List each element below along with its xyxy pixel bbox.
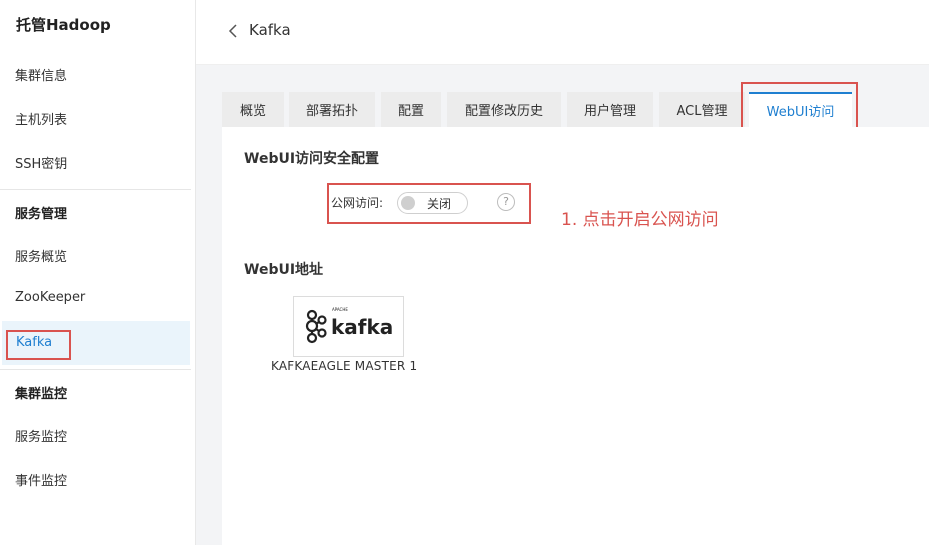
- kafka-logo-apache: APACHE: [332, 307, 348, 312]
- sidebar-item-service-monitor[interactable]: 服务监控: [15, 426, 67, 445]
- sidebar-item-event-monitor[interactable]: 事件监控: [15, 470, 67, 489]
- kafka-logo-text: kafka: [331, 315, 393, 339]
- sidebar-group-services: 服务管理: [15, 207, 68, 222]
- kafka-logo-icon: APACHE kafka: [305, 307, 393, 344]
- tab-topology[interactable]: 部署拓扑: [289, 92, 375, 127]
- highlight-box-kafka: [6, 330, 71, 360]
- sidebar-item-host-list[interactable]: 主机列表: [15, 109, 67, 128]
- tab-config[interactable]: 配置: [381, 92, 441, 127]
- page-header: Kafka: [196, 0, 929, 65]
- highlight-box-public-access: [327, 183, 531, 224]
- sidebar-item-ssh-keys[interactable]: SSH密钥: [15, 153, 67, 172]
- sidebar-item-service-overview[interactable]: 服务概览: [15, 246, 67, 265]
- tab-acl-management[interactable]: ACL管理: [659, 92, 745, 127]
- kafka-card-caption[interactable]: KAFKAEAGLE MASTER 1: [271, 359, 417, 373]
- sidebar-item-cluster-info[interactable]: 集群信息: [15, 65, 67, 84]
- sidebar: 托管Hadoop 集群信息 主机列表 SSH密钥 服务管理 服务概览 ZooKe…: [0, 0, 196, 545]
- sidebar-divider: [0, 189, 191, 190]
- annotation-step-1: 1. 点击开启公网访问: [561, 210, 719, 230]
- tab-config-history[interactable]: 配置修改历史: [447, 92, 561, 127]
- kafka-webui-card[interactable]: APACHE kafka: [293, 296, 404, 357]
- app-title: 托管Hadoop: [16, 16, 111, 34]
- sidebar-group-monitor: 集群监控: [15, 387, 68, 402]
- sidebar-divider-2: [0, 369, 191, 370]
- webui-section-title: WebUI地址: [244, 262, 324, 278]
- chevron-left-icon[interactable]: [226, 23, 242, 39]
- tab-user-management[interactable]: 用户管理: [567, 92, 653, 127]
- page-title: Kafka: [249, 21, 291, 39]
- sidebar-item-zookeeper[interactable]: ZooKeeper: [15, 290, 85, 305]
- security-section-title: WebUI访问安全配置: [244, 151, 380, 167]
- tab-overview[interactable]: 概览: [222, 92, 284, 127]
